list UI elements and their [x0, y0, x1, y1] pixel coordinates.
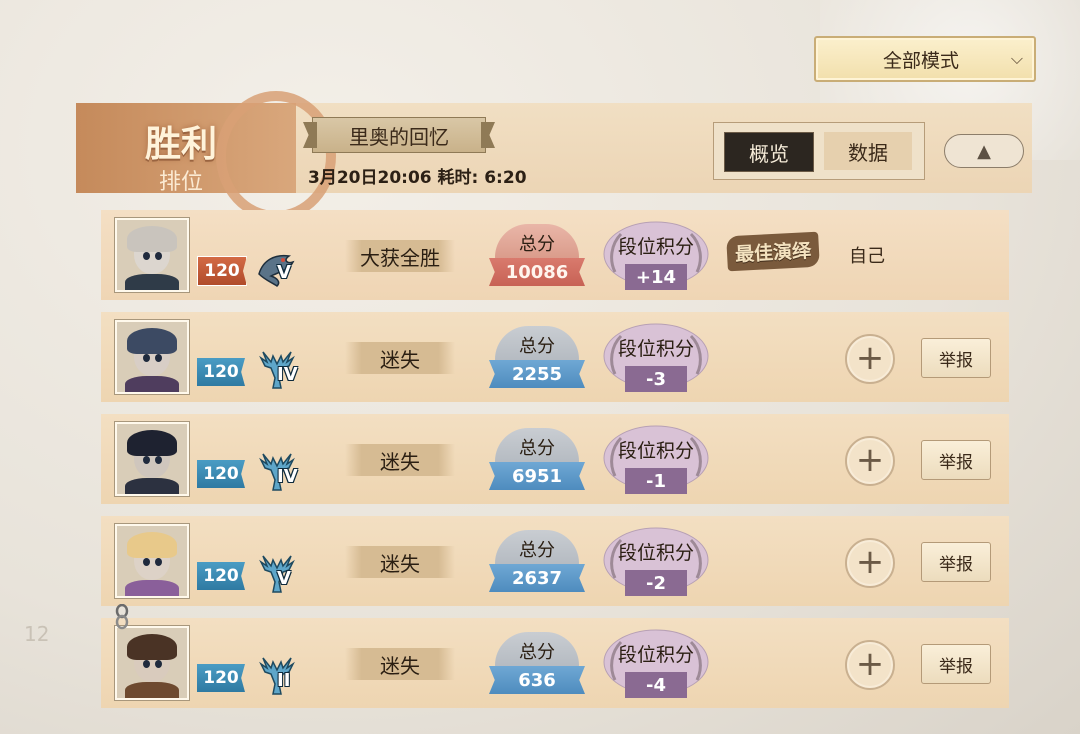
chain-link-icon [115, 604, 129, 630]
player-avatar[interactable] [115, 320, 189, 394]
chevron-up-icon: ▲ [977, 140, 991, 162]
rank-tier: IV [277, 466, 298, 487]
total-score-box: 总分 6951 [489, 428, 585, 494]
rank-points-label: 段位积分 [617, 338, 694, 360]
total-score-value: 2637 [489, 564, 585, 592]
player-status: 迷失 [345, 546, 455, 578]
rank-tier: IV [277, 364, 298, 385]
report-button[interactable]: 举报 [921, 644, 991, 684]
player-row: 120 II 迷失 总分 636 段位积分 -4 + 举报 [101, 618, 1009, 708]
self-label: 自己 [849, 246, 885, 267]
total-score-value: 10086 [489, 258, 585, 286]
result-title: 胜利 [144, 124, 217, 165]
total-score-label: 总分 [495, 224, 579, 262]
plus-icon: + [855, 337, 885, 378]
rank-points-delta: -2 [625, 570, 687, 596]
view-tabs: 概览 数据 [713, 122, 925, 180]
plus-icon: + [855, 439, 885, 480]
player-avatar[interactable] [115, 626, 189, 700]
plus-icon: + [855, 541, 885, 582]
deer-rank-icon [259, 657, 295, 695]
player-avatar[interactable] [115, 422, 189, 496]
chevron-down-icon: ⌵ [1010, 49, 1024, 68]
total-score-label: 总分 [495, 530, 579, 568]
rank-points-delta: -1 [625, 468, 687, 494]
plus-icon: + [855, 643, 885, 684]
result-mode: 排位 [158, 170, 203, 195]
total-score-box: 总分 2637 [489, 530, 585, 596]
player-row: 120 V 迷失 总分 2637 段位积分 -2 + 举报 [101, 516, 1009, 606]
level-badge: 120 [197, 562, 245, 590]
dragon-rank-icon [258, 254, 295, 287]
total-score-label: 总分 [495, 326, 579, 364]
rank-points-box: 段位积分 +14 [601, 220, 711, 294]
total-score-box: 总分 2255 [489, 326, 585, 392]
player-avatar[interactable] [115, 524, 189, 598]
map-name: 里奥的回忆 [349, 124, 449, 149]
player-status: 迷失 [345, 444, 455, 476]
report-button[interactable]: 举报 [921, 542, 991, 582]
total-score-value: 6951 [489, 462, 585, 490]
rank-points-box: 段位积分 -1 [601, 424, 711, 498]
player-status: 迷失 [345, 342, 455, 374]
add-friend-button[interactable]: + [845, 640, 895, 690]
deer-rank-icon [259, 555, 295, 593]
rank-points-label: 段位积分 [617, 236, 694, 258]
add-friend-button[interactable]: + [845, 334, 895, 384]
match-time-info: 3月20日20:06 耗时: 6:20 [308, 168, 527, 188]
player-row: 120 IV 迷失 总分 6951 段位积分 -1 + 举报 [101, 414, 1009, 504]
total-score-value: 636 [489, 666, 585, 694]
map-name-ribbon: 里奥的回忆 [312, 117, 486, 153]
player-status: 大获全胜 [345, 240, 455, 272]
best-performance-badge: 最佳演绎 [726, 231, 820, 272]
total-score-box: 总分 636 [489, 632, 585, 698]
tab-overview[interactable]: 概览 [724, 132, 814, 172]
player-status: 迷失 [345, 648, 455, 680]
player-row: 120 IV 迷失 总分 2255 段位积分 -3 + 举报 [101, 312, 1009, 402]
rank-points-delta: -3 [625, 366, 687, 392]
mode-dropdown[interactable]: 全部模式 ⌵ [814, 36, 1036, 82]
rank-points-delta: -4 [625, 672, 687, 698]
report-button[interactable]: 举报 [921, 338, 991, 378]
tab-data[interactable]: 数据 [824, 132, 912, 170]
rank-points-delta: +14 [625, 264, 687, 290]
report-button[interactable]: 举报 [921, 440, 991, 480]
player-avatar[interactable] [115, 218, 189, 292]
total-score-label: 总分 [495, 632, 579, 670]
level-badge: 120 [197, 460, 245, 488]
rank-tier: V [277, 568, 291, 589]
total-score-value: 2255 [489, 360, 585, 388]
rank-tier: V [277, 262, 291, 283]
mode-dropdown-label: 全部模式 [882, 49, 959, 72]
rank-points-box: 段位积分 -4 [601, 628, 711, 702]
rank-points-box: 段位积分 -2 [601, 526, 711, 600]
rank-tier: II [277, 670, 291, 691]
rank-points-label: 段位积分 [617, 542, 694, 564]
level-badge: 120 [197, 256, 247, 286]
rank-points-box: 段位积分 -3 [601, 322, 711, 396]
add-friend-button[interactable]: + [845, 436, 895, 486]
rank-points-label: 段位积分 [617, 644, 694, 666]
background-page-number: 12 [24, 622, 50, 646]
level-badge: 120 [197, 358, 245, 386]
match-header: 胜利 排位 里奥的回忆 3月20日20:06 耗时: 6:20 概览 数据 ▲ [76, 91, 1032, 221]
total-score-label: 总分 [495, 428, 579, 466]
rank-points-label: 段位积分 [617, 440, 694, 462]
add-friend-button[interactable]: + [845, 538, 895, 588]
level-badge: 120 [197, 664, 245, 692]
result-badge: 胜利 排位 [76, 91, 336, 221]
collapse-button[interactable]: ▲ [944, 134, 1024, 168]
player-row: 120 V 大获全胜 总分 10086 段位积分 +14 最佳演绎 自己 [101, 210, 1009, 300]
total-score-box: 总分 10086 [489, 224, 585, 290]
